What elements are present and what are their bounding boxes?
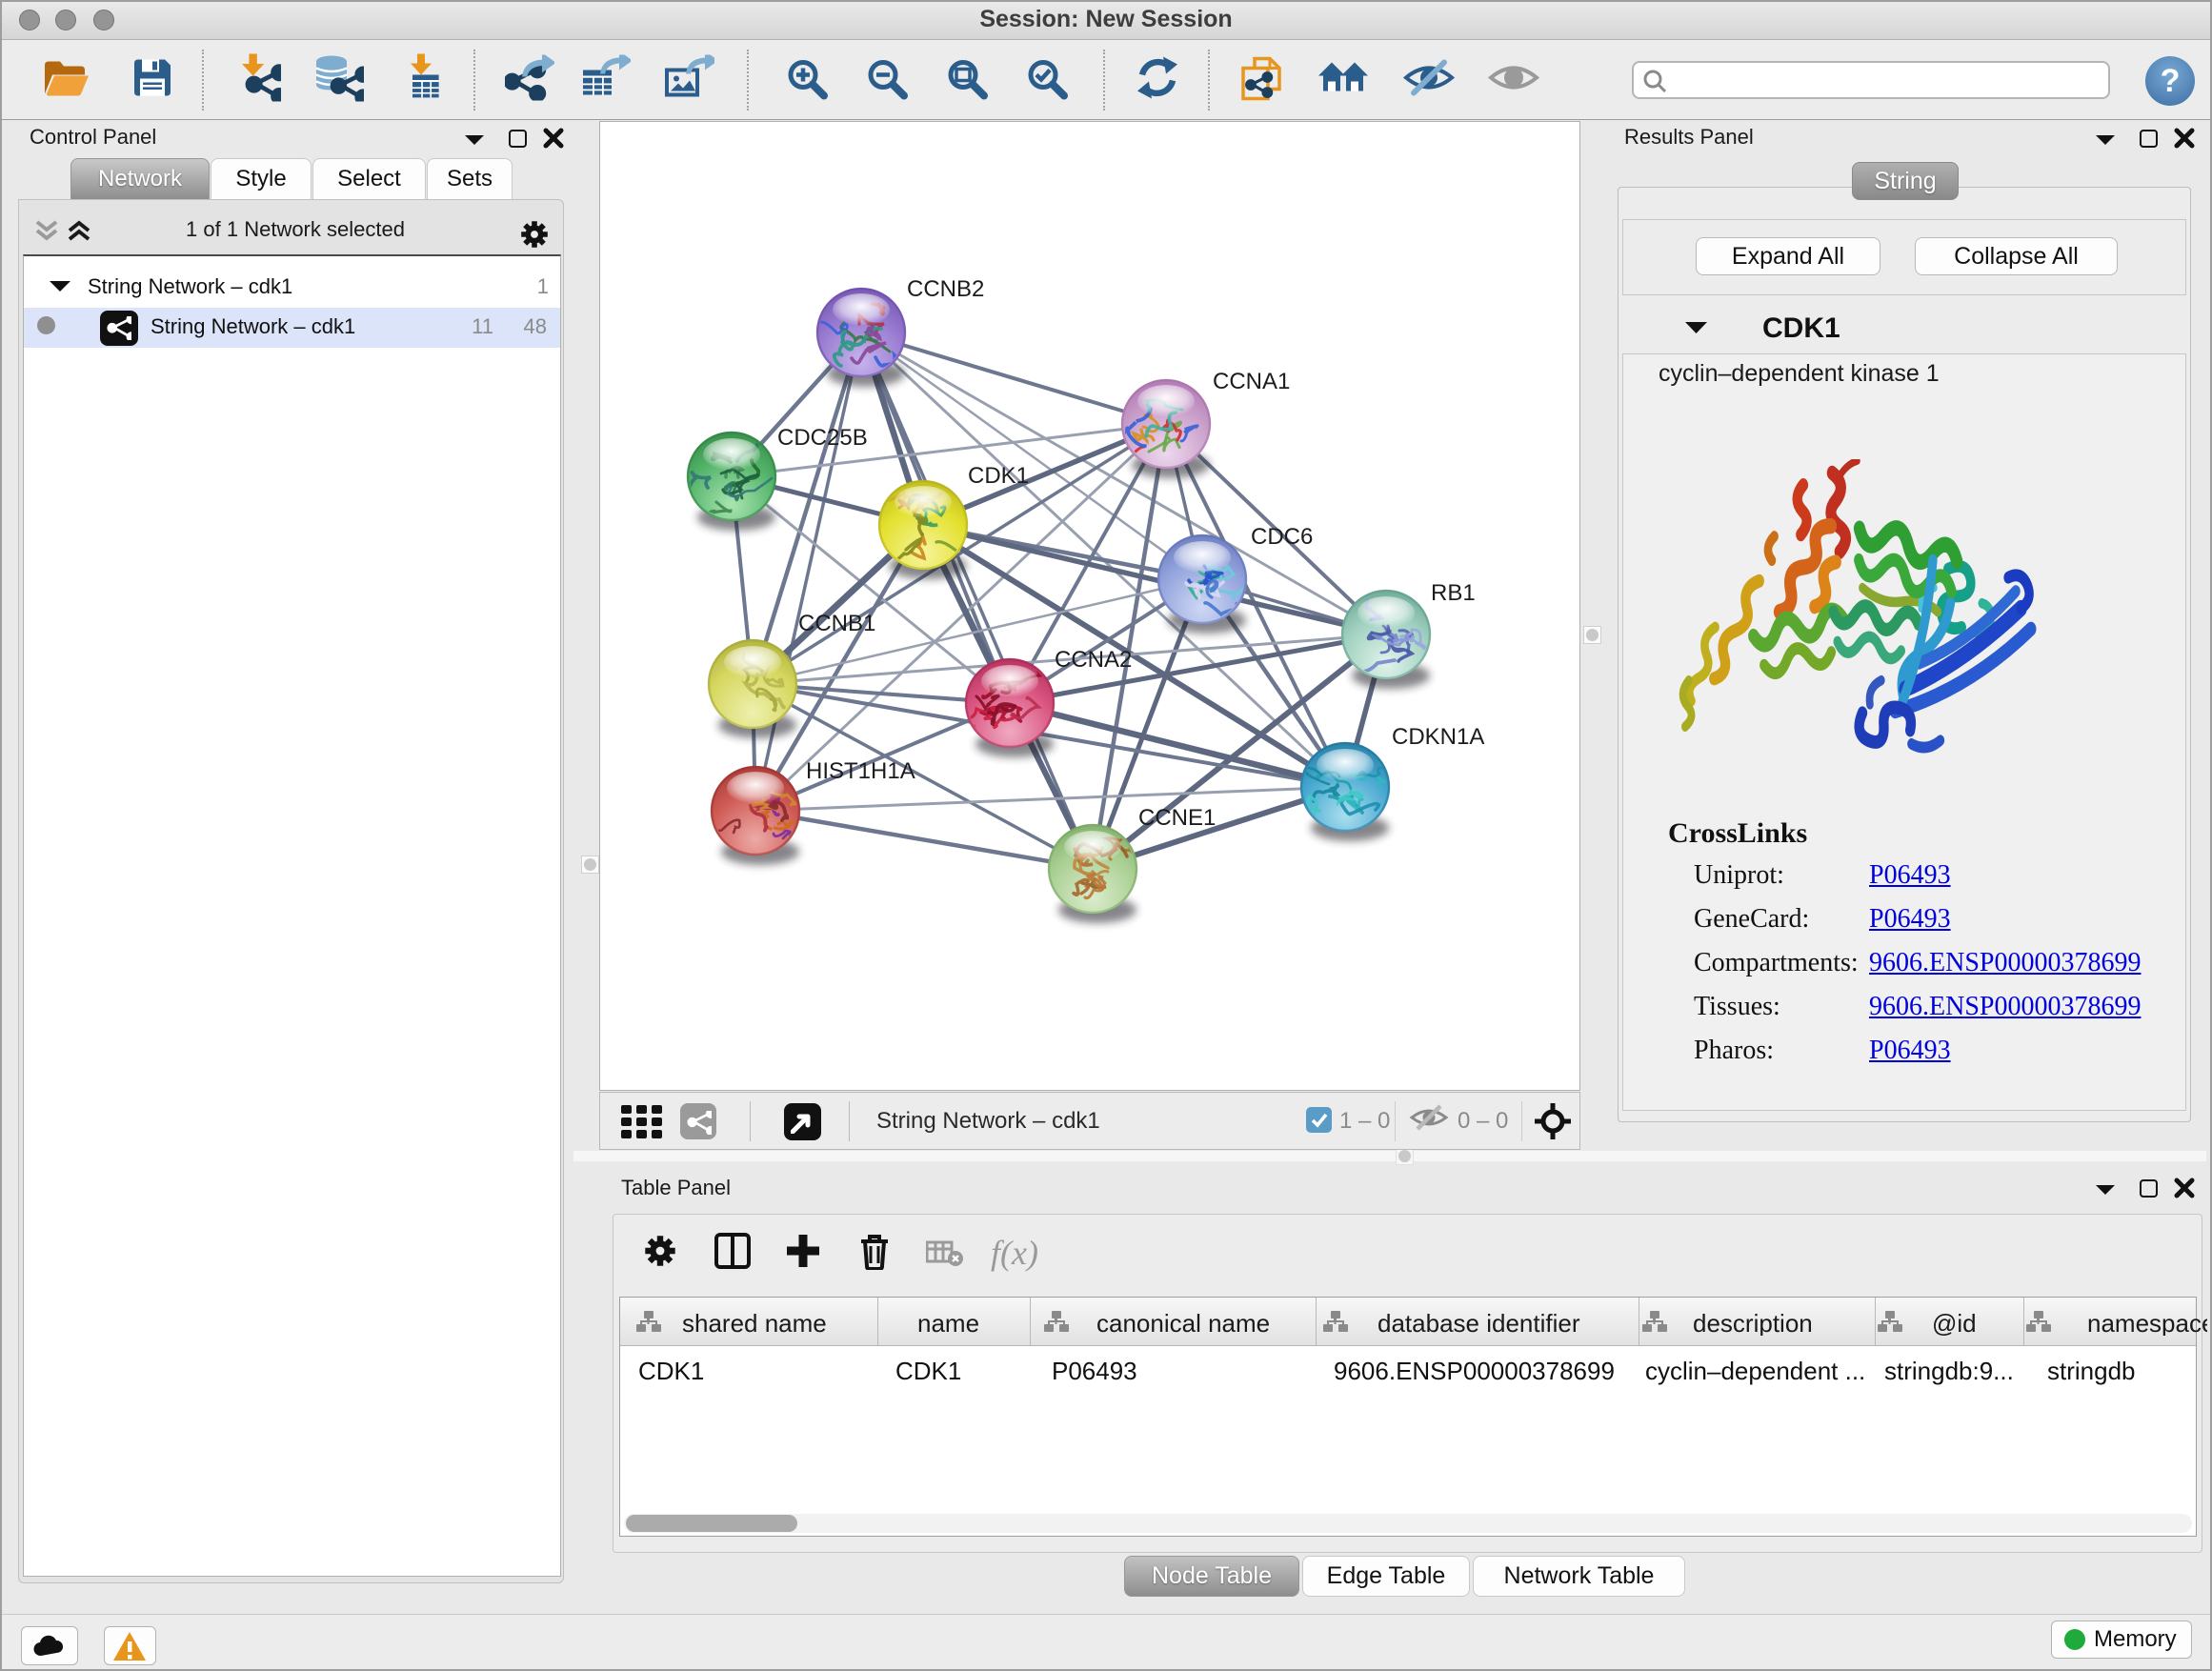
svg-text:HIST1H1A: HIST1H1A: [806, 758, 915, 784]
svg-text:CDKN1A: CDKN1A: [1392, 724, 1484, 750]
svg-text:CCNB2: CCNB2: [907, 276, 984, 302]
svg-text:CDC25B: CDC25B: [777, 425, 868, 451]
svg-text:CDK1: CDK1: [968, 463, 1029, 489]
svg-text:CCNA1: CCNA1: [1213, 369, 1290, 394]
svg-text:CCNA2: CCNA2: [1055, 647, 1132, 673]
svg-text:CCNB1: CCNB1: [798, 611, 875, 636]
svg-text:CDC6: CDC6: [1251, 524, 1313, 550]
svg-text:CCNE1: CCNE1: [1138, 805, 1216, 831]
svg-text:RB1: RB1: [1431, 580, 1476, 606]
